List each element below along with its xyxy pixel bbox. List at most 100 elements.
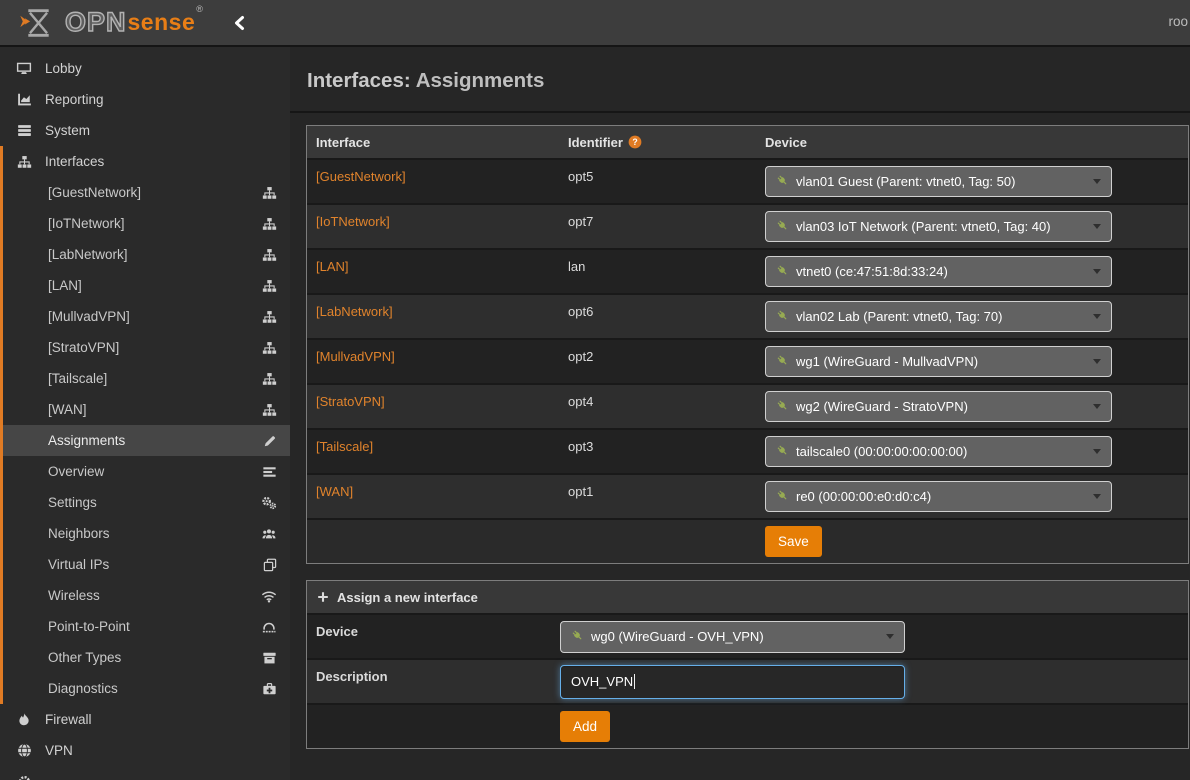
sitemap-icon <box>262 248 277 262</box>
sidebar-item-label: [WAN] <box>48 402 87 417</box>
description-input[interactable]: OVH_VPN <box>560 665 905 699</box>
sidebar-item-partial-bottom[interactable] <box>0 766 290 780</box>
brand-registered-mark: ® <box>196 0 203 14</box>
brand-text-opn: OPN <box>65 9 127 36</box>
sidebar-item-label: Point-to-Point <box>48 619 130 634</box>
assignment-row-opt3: [Tailscale] opt3 tailscale0 (00:00:00:00:0… <box>307 428 1188 473</box>
assignment-row-lan: [LAN]lanvtnet0 (ce:47:51:8d:33:24) <box>307 248 1188 293</box>
device-select[interactable]: wg1 (WireGuard - MullvadVPN) <box>765 346 1112 377</box>
assignment-row-opt6: [LabNetwork]opt6vlan02 Lab (Parent: vtne… <box>307 293 1188 338</box>
description-label: Description <box>307 660 551 703</box>
opnsense-logo[interactable]: OPNsense® <box>20 8 203 38</box>
sidebar-item-label: Settings <box>48 495 97 510</box>
sidebar-item-wireless[interactable]: Wireless <box>3 580 290 611</box>
device-select[interactable]: tailscale0 (00:00:00:00:00:00) <box>765 436 1112 467</box>
sidebar-item-labnetwork[interactable]: [LabNetwork] <box>3 239 290 270</box>
sidebar-item-iotnetwork[interactable]: [IoTNetwork] <box>3 208 290 239</box>
cog-icon <box>14 774 34 780</box>
sidebar-item-tailscale[interactable]: [Tailscale] <box>3 363 290 394</box>
sidebar-item-guestnetwork[interactable]: [GuestNetwork] <box>3 177 290 208</box>
main-content: Interfaces:Assignments Interface Identif… <box>290 47 1190 780</box>
sidebar-item-label: VPN <box>45 743 73 758</box>
plug-icon <box>776 264 789 280</box>
device-select[interactable]: vtnet0 (ce:47:51:8d:33:24) <box>765 256 1112 287</box>
description-row: Description OVH_VPN <box>307 658 1188 703</box>
plug-icon <box>571 629 584 645</box>
sidebar-item-virtual-ips[interactable]: Virtual IPs <box>3 549 290 580</box>
interface-link[interactable]: [WAN] <box>316 484 353 499</box>
sidebar-item-label: [StratoVPN] <box>48 340 119 355</box>
sidebar-collapse-button[interactable] <box>233 15 245 31</box>
interface-link[interactable]: [Tailscale] <box>316 439 373 454</box>
sidebar-item-label: Assignments <box>48 433 125 448</box>
desktop-icon <box>14 61 34 76</box>
topbar-user-text[interactable]: roo <box>1168 14 1188 29</box>
assign-panel-header[interactable]: Assign a new interface <box>307 581 1188 613</box>
sidebar-item-wan[interactable]: [WAN] <box>3 394 290 425</box>
device-label: Device <box>307 615 551 658</box>
topbar: OPNsense® roo <box>0 0 1190 47</box>
sidebar-item-point-to-point[interactable]: Point-to-Point <box>3 611 290 642</box>
assignment-row-opt5: [GuestNetwork]opt5vlan01 Guest (Parent: … <box>307 158 1188 203</box>
sidebar-item-label: Firewall <box>45 712 92 727</box>
sidebar-item-assignments[interactable]: Assignments <box>3 425 290 456</box>
plug-icon <box>776 444 789 460</box>
sidebar-item-reporting[interactable]: Reporting <box>0 84 290 115</box>
sidebar-item-system[interactable]: System <box>0 115 290 146</box>
globe-icon <box>14 743 34 758</box>
device-select[interactable]: re0 (00:00:00:e0:d0:c4) <box>765 481 1112 512</box>
device-select[interactable]: vlan02 Lab (Parent: vtnet0, Tag: 70) <box>765 301 1112 332</box>
save-row: Save <box>307 518 1188 563</box>
interface-link[interactable]: [MullvadVPN] <box>316 349 395 364</box>
page-title-page: Assignments <box>416 69 545 92</box>
sidebar-item-stratovpn[interactable]: [StratoVPN] <box>3 332 290 363</box>
sidebar-item-firewall[interactable]: Firewall <box>0 704 290 735</box>
interface-link[interactable]: [GuestNetwork] <box>316 169 406 184</box>
interface-link[interactable]: [IoTNetwork] <box>316 214 390 229</box>
add-button[interactable]: Add <box>560 711 610 742</box>
sidebar-item-label: Reporting <box>45 92 104 107</box>
device-select[interactable]: vlan03 IoT Network (Parent: vtnet0, Tag:… <box>765 211 1112 242</box>
sidebar-item-lan[interactable]: [LAN] <box>3 270 290 301</box>
add-row: Add <box>307 703 1188 748</box>
sidebar-item-mullvadvpn[interactable]: [MullvadVPN] <box>3 301 290 332</box>
device-select[interactable]: vlan01 Guest (Parent: vtnet0, Tag: 50) <box>765 166 1112 197</box>
sitemap-icon <box>262 310 277 324</box>
column-header-interface: Interface <box>307 135 559 150</box>
sidebar-item-overview[interactable]: Overview <box>3 456 290 487</box>
pencil-icon <box>263 434 277 448</box>
interface-link[interactable]: [StratoVPN] <box>316 394 385 409</box>
sidebar-item-diagnostics[interactable]: Diagnostics <box>3 673 290 704</box>
sitemap-icon <box>262 279 277 293</box>
caret-down-icon <box>1093 179 1101 184</box>
assign-new-interface-panel: Assign a new interface Device wg0 (WireG… <box>306 580 1189 749</box>
sidebar-item-neighbors[interactable]: Neighbors <box>3 518 290 549</box>
question-circle-icon[interactable]: ? <box>628 135 642 149</box>
interface-link[interactable]: [LabNetwork] <box>316 304 393 319</box>
device-select[interactable]: wg2 (WireGuard - StratoVPN) <box>765 391 1112 422</box>
sidebar-item-lobby[interactable]: Lobby <box>0 53 290 84</box>
description-input-value: OVH_VPN <box>571 674 633 689</box>
plug-icon <box>776 174 789 190</box>
device-select-value: re0 (00:00:00:e0:d0:c4) <box>796 489 931 504</box>
identifier-value: opt1 <box>568 484 593 499</box>
caret-down-icon <box>1093 269 1101 274</box>
sidebar-item-settings[interactable]: Settings <box>3 487 290 518</box>
sidebar-item-label: Interfaces <box>45 154 104 169</box>
sidebar-item-interfaces[interactable]: Interfaces <box>3 146 290 177</box>
save-button[interactable]: Save <box>765 526 822 557</box>
device-select-value: tailscale0 (00:00:00:00:00:00) <box>796 444 967 459</box>
column-header-identifier: Identifier? <box>559 135 756 150</box>
new-device-select[interactable]: wg0 (WireGuard - OVH_VPN) <box>560 621 905 653</box>
new-device-row: Device wg0 (WireGuard - OVH_VPN) <box>307 613 1188 658</box>
sidebar-item-label: Wireless <box>48 588 100 603</box>
interfaces-nav-group: Interfaces [GuestNetwork][IoTNetwork][Lab… <box>0 146 290 704</box>
archive-icon <box>262 651 277 665</box>
interface-link[interactable]: [LAN] <box>316 259 349 274</box>
caret-down-icon <box>1093 224 1101 229</box>
device-select-value: wg2 (WireGuard - StratoVPN) <box>796 399 968 414</box>
sidebar-item-other-types[interactable]: Other Types <box>3 642 290 673</box>
assignments-table-header: Interface Identifier? Device <box>307 126 1188 158</box>
identifier-value: opt3 <box>568 439 593 454</box>
sidebar-item-vpn[interactable]: VPN <box>0 735 290 766</box>
